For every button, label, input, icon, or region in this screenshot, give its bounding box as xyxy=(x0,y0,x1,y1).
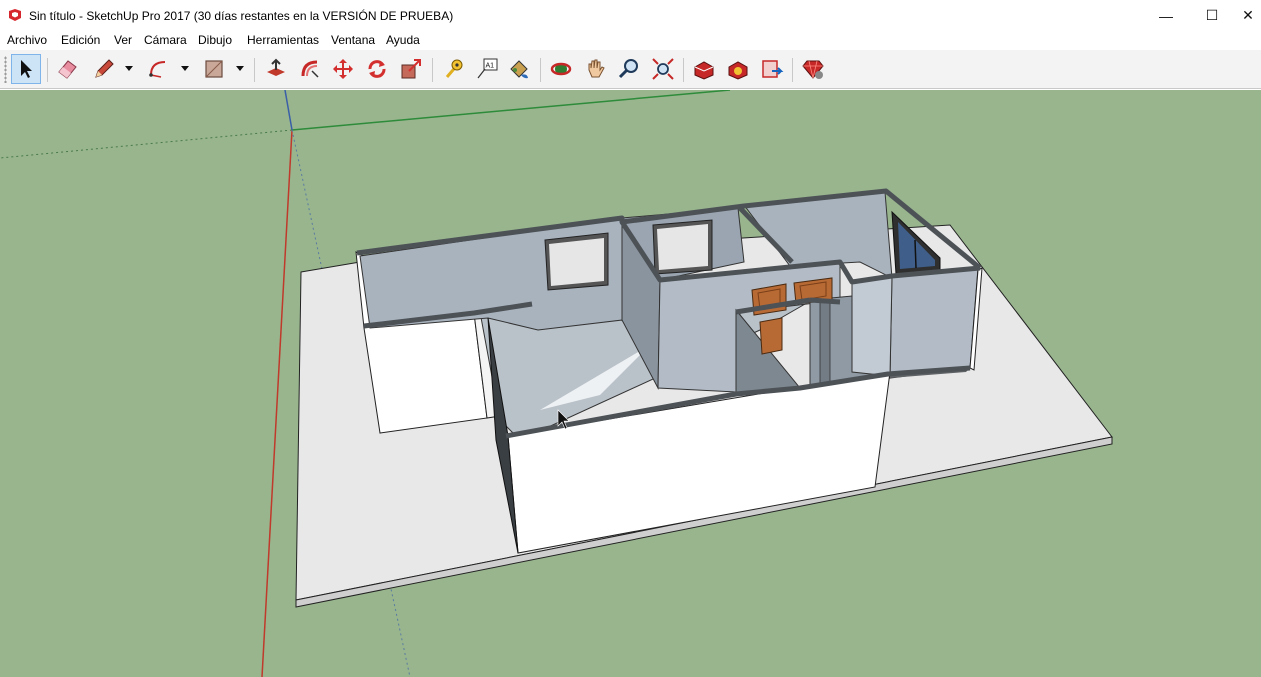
arc-tool-button[interactable] xyxy=(144,54,174,84)
move-tool-button[interactable] xyxy=(328,54,358,84)
menu-edicion[interactable]: Edición xyxy=(61,33,100,47)
paint-bucket-tool-button[interactable] xyxy=(504,54,534,84)
menu-dibujo[interactable]: Dibujo xyxy=(198,33,232,47)
tape-measure-tool-button[interactable] xyxy=(438,54,468,84)
arc-icon xyxy=(149,61,166,78)
toolbar-grip[interactable] xyxy=(4,56,7,83)
blue-axis xyxy=(284,90,293,131)
pencil-icon xyxy=(95,59,114,78)
push-pull-icon xyxy=(267,58,285,76)
eraser-tool-button[interactable] xyxy=(52,54,82,84)
tape-measure-icon xyxy=(445,59,463,78)
move-arrows-icon xyxy=(333,59,353,79)
window-title: Sin título - SketchUp Pro 2017 (30 días … xyxy=(29,9,454,23)
toolbar-separator xyxy=(254,58,255,82)
toolbar-separator xyxy=(540,58,541,82)
menu-ventana[interactable]: Ventana xyxy=(331,33,375,47)
toolbar-separator xyxy=(47,58,48,82)
hand-icon xyxy=(588,59,605,78)
ruby-gem-icon xyxy=(802,60,824,79)
close-icon: ✕ xyxy=(1242,7,1254,23)
line-tool-button[interactable] xyxy=(89,54,119,84)
text-label-icon: A1 xyxy=(477,58,498,79)
model-scene[interactable] xyxy=(0,90,1261,677)
eraser-icon xyxy=(58,60,77,79)
send-to-layout-button[interactable] xyxy=(757,54,787,84)
green-axis-negative xyxy=(0,129,293,159)
menu-ayuda[interactable]: Ayuda xyxy=(386,33,420,47)
offset-icon xyxy=(301,60,319,78)
large-toolset-toolbar: A1 xyxy=(0,50,1261,89)
menu-camara[interactable]: Cámara xyxy=(144,33,187,47)
rotate-icon xyxy=(368,60,386,78)
orbit-icon xyxy=(550,62,572,76)
sketchup-logo-icon xyxy=(9,9,21,21)
menu-archivo[interactable]: Archivo xyxy=(7,33,47,47)
maximize-button[interactable]: ☐ xyxy=(1189,0,1235,31)
minimize-button[interactable]: — xyxy=(1143,0,1189,31)
rectangle-icon xyxy=(205,60,223,78)
orbit-tool-button[interactable] xyxy=(546,54,576,84)
offset-tool-button[interactable] xyxy=(295,54,325,84)
chevron-down-icon[interactable] xyxy=(124,63,134,73)
scale-tool-button[interactable] xyxy=(396,54,426,84)
close-button[interactable]: ✕ xyxy=(1235,0,1261,31)
3d-warehouse-button[interactable] xyxy=(689,54,719,84)
minimize-icon: — xyxy=(1159,7,1173,24)
extension-warehouse-icon xyxy=(728,61,748,80)
layout-icon xyxy=(762,60,784,78)
chevron-down-icon[interactable] xyxy=(235,63,245,73)
window-back-center[interactable] xyxy=(652,219,713,275)
drawing-area-viewport[interactable] xyxy=(0,90,1261,677)
menu-bar: Archivo Edición Ver Cámara Dibujo Herram… xyxy=(0,31,1261,50)
chevron-down-icon[interactable] xyxy=(180,63,190,73)
cursor-arrow-icon xyxy=(21,60,32,78)
menu-herramientas[interactable]: Herramientas xyxy=(247,33,319,47)
toolbar-separator xyxy=(792,58,793,82)
window-back-left[interactable] xyxy=(544,232,609,291)
warehouse-icon xyxy=(694,61,714,80)
select-tool-button[interactable] xyxy=(11,54,41,84)
rectangle-tool-button[interactable] xyxy=(199,54,229,84)
title-bar: Sin título - SketchUp Pro 2017 (30 días … xyxy=(0,0,1261,31)
pan-tool-button[interactable] xyxy=(580,54,610,84)
door-small-room[interactable] xyxy=(759,317,783,355)
paint-bucket-icon xyxy=(510,60,528,79)
magnifier-icon xyxy=(618,59,638,79)
text-tool-button[interactable]: A1 xyxy=(472,54,502,84)
toolbar-separator xyxy=(683,58,684,82)
maximize-icon: ☐ xyxy=(1205,7,1219,23)
extension-warehouse-button[interactable] xyxy=(723,54,753,84)
menu-ver[interactable]: Ver xyxy=(114,33,132,47)
zoom-extents-icon xyxy=(652,58,674,80)
toolbar-separator xyxy=(432,58,433,82)
rotate-tool-button[interactable] xyxy=(362,54,392,84)
green-axis xyxy=(291,90,731,131)
scale-icon xyxy=(401,59,421,79)
zoom-tool-button[interactable] xyxy=(614,54,644,84)
push-pull-tool-button[interactable] xyxy=(261,54,291,84)
zoom-extents-tool-button[interactable] xyxy=(648,54,678,84)
red-axis xyxy=(261,129,293,677)
svg-text:A1: A1 xyxy=(486,63,495,70)
extension-manager-button[interactable] xyxy=(798,54,828,84)
